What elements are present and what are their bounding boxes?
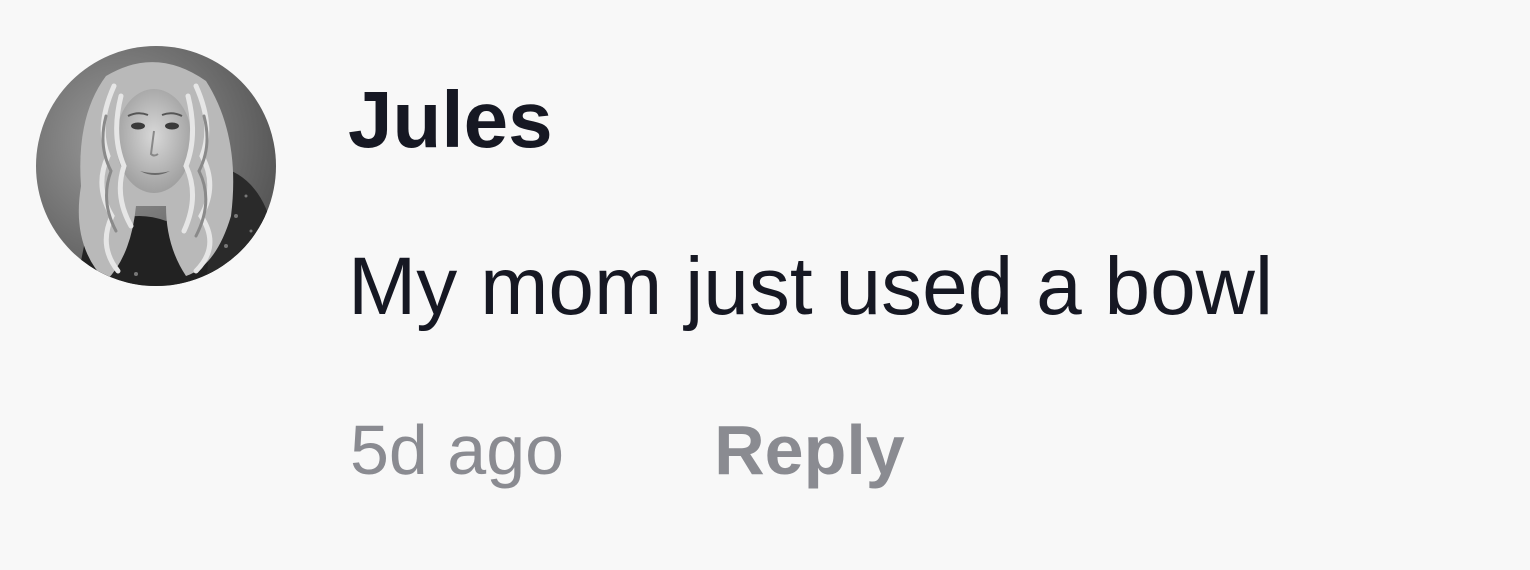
comment-item: Jules My mom just used a bowl 5d ago Rep…: [0, 0, 1530, 570]
reply-button[interactable]: Reply: [714, 415, 905, 485]
avatar-photo: [36, 46, 276, 286]
timestamp: 5d ago: [350, 411, 565, 489]
username[interactable]: Jules: [348, 80, 553, 160]
avatar[interactable]: [36, 46, 276, 286]
comment-text: My mom just used a bowl: [348, 241, 1274, 332]
comment-meta: 5d ago Reply: [350, 410, 905, 490]
